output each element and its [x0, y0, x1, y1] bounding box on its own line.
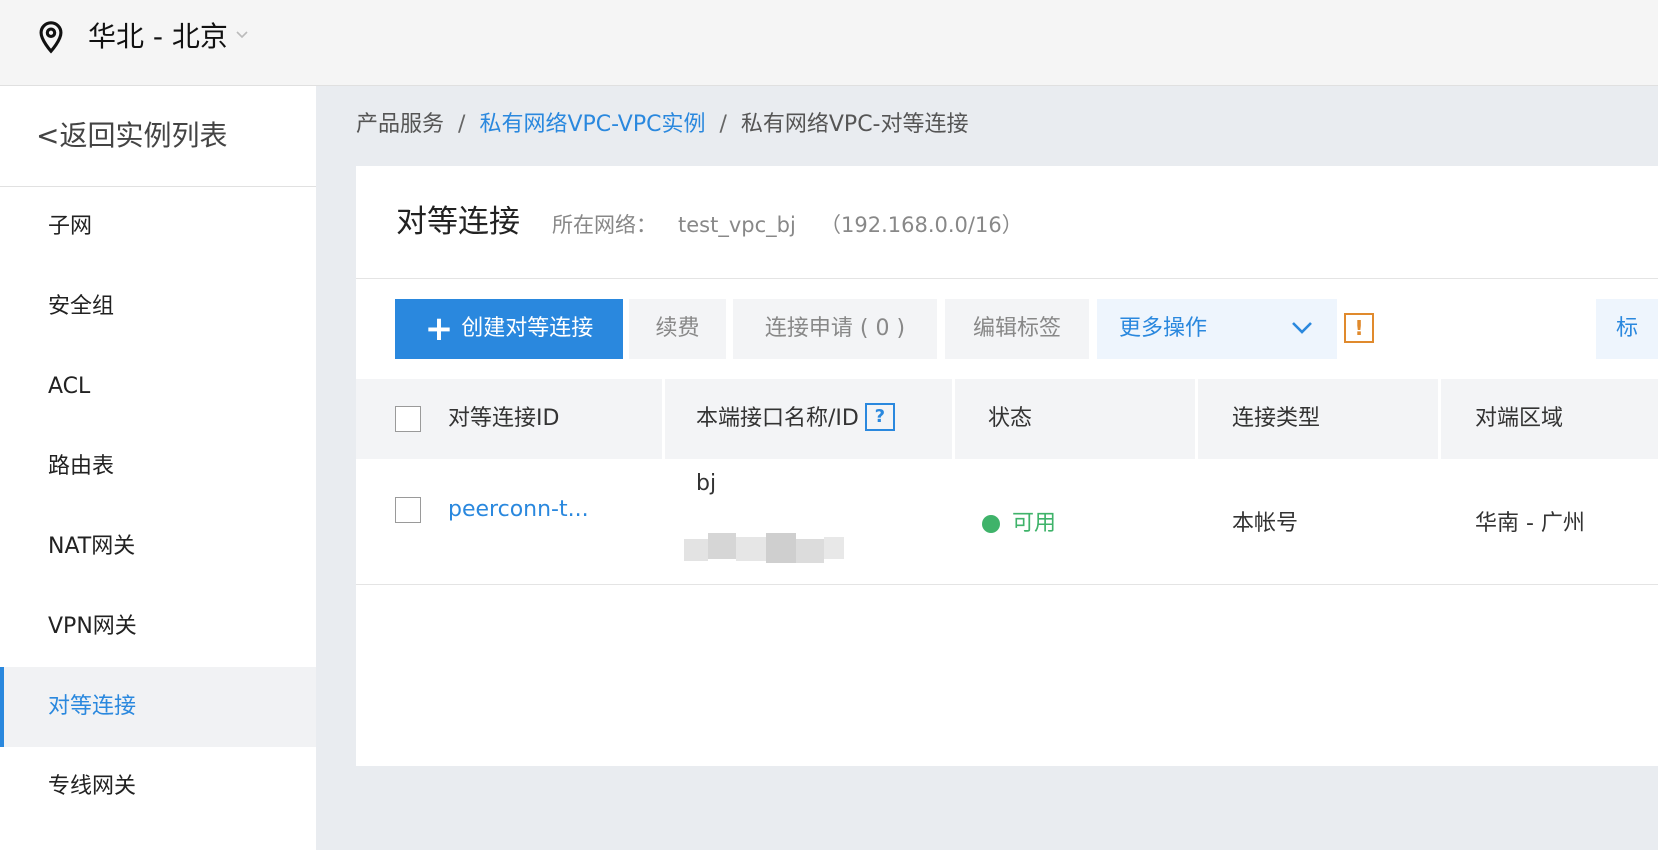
table-header: 对等连接ID 本端接口名称/ID? 状态 连接类型 对端区域	[356, 379, 1658, 459]
peering-id-link[interactable]: peerconn-t...	[448, 494, 589, 526]
create-peering-button[interactable]: + 创建对等连接	[395, 299, 623, 359]
tags-filter-button[interactable]: 标签	[1596, 299, 1658, 359]
help-icon[interactable]: ?	[864, 403, 895, 431]
plus-icon: +	[424, 309, 454, 349]
more-actions-dropdown[interactable]: 更多操作	[1097, 299, 1337, 359]
sidebar-item-peering[interactable]: 对等连接	[0, 667, 316, 747]
column-header-local-interface-label: 本端接口名称/ID	[696, 406, 859, 431]
network-name: test_vpc_bj	[678, 213, 796, 237]
peer-region-value: 华南 - 广州	[1475, 511, 1585, 536]
column-header-peer-region: 对端区域	[1475, 406, 1564, 431]
breadcrumb-separator: /	[458, 112, 466, 137]
breadcrumb-root[interactable]: 产品服务	[356, 112, 444, 137]
top-bar: 华北 - 北京	[0, 0, 1658, 86]
sidebar-item-acl[interactable]: ACL	[0, 347, 316, 427]
chevron-down-icon	[1292, 322, 1312, 334]
connection-request-button[interactable]: 连接申请 ( 0 )	[733, 299, 937, 359]
region-selector[interactable]: 华北 - 北京	[88, 18, 228, 56]
sidebar-item-nat-gateway[interactable]: NAT网关	[0, 507, 316, 587]
sidebar-item-subnet[interactable]: 子网	[0, 187, 316, 267]
network-label: 所在网络：	[552, 213, 657, 237]
page-title: 对等连接	[396, 204, 520, 240]
divider	[356, 278, 1658, 279]
status-ok-icon	[982, 515, 1000, 533]
breadcrumb: 产品服务 / 私有网络VPC-VPC实例 / 私有网络VPC-对等连接	[356, 108, 969, 142]
network-cidr: （192.168.0.0/16）	[820, 213, 1023, 237]
column-separator	[1195, 379, 1198, 459]
column-separator	[1438, 379, 1441, 459]
chevron-down-icon[interactable]	[234, 26, 250, 42]
create-peering-label: 创建对等连接	[461, 316, 594, 341]
sidebar-item-security-group[interactable]: 安全组	[0, 267, 316, 347]
breadcrumb-parent-link[interactable]: 私有网络VPC-VPC实例	[479, 112, 705, 137]
location-pin-icon	[39, 21, 63, 54]
column-header-status: 状态	[988, 406, 1033, 431]
column-header-id: 对等连接ID	[448, 406, 560, 431]
sidebar: <返回实例列表 子网 安全组 ACL 路由表 NAT网关 VPN网关 对等连接 …	[0, 86, 316, 850]
breadcrumb-separator: /	[719, 112, 727, 137]
divider	[356, 584, 1658, 585]
sidebar-item-vpn-gateway[interactable]: VPN网关	[0, 587, 316, 667]
breadcrumb-current: 私有网络VPC-对等连接	[740, 112, 969, 137]
local-interface-name: bj	[696, 471, 717, 496]
sidebar-item-direct-connect-gateway[interactable]: 专线网关	[0, 747, 316, 827]
renew-button[interactable]: 续费	[629, 299, 726, 359]
column-separator	[952, 379, 955, 459]
back-to-instance-list-link[interactable]: <返回实例列表	[36, 116, 227, 156]
edit-tags-button[interactable]: 编辑标签	[945, 299, 1089, 359]
redacted-interface-id	[682, 533, 852, 567]
select-all-checkbox[interactable]	[395, 406, 421, 432]
column-separator	[662, 379, 665, 459]
main-panel: 对等连接 所在网络： test_vpc_bj （192.168.0.0/16） …	[356, 166, 1658, 766]
column-header-connection-type: 连接类型	[1232, 406, 1321, 431]
more-actions-label: 更多操作	[1119, 316, 1208, 341]
sidebar-item-route-table[interactable]: 路由表	[0, 427, 316, 507]
row-checkbox[interactable]	[395, 497, 421, 523]
connection-type-value: 本帐号	[1232, 511, 1299, 536]
status-value: 可用	[1012, 511, 1057, 536]
column-header-local-interface: 本端接口名称/ID?	[696, 379, 895, 459]
warning-icon[interactable]: !	[1344, 313, 1374, 343]
